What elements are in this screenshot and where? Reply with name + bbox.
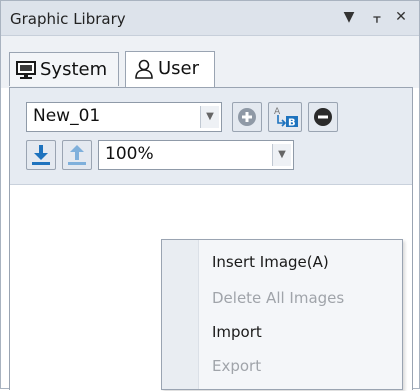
zoom-select[interactable]: 100% ▼	[98, 140, 294, 170]
rename-button[interactable]: A B	[268, 102, 302, 132]
user-icon	[134, 59, 154, 84]
library-select-value: New_01	[33, 106, 101, 126]
tab-strip: System User	[1, 36, 419, 88]
chevron-down-icon: ▼	[200, 106, 219, 128]
menu-item-import[interactable]: Import	[212, 323, 262, 341]
chevron-down-icon: ▼	[272, 144, 291, 166]
context-menu-gutter	[162, 240, 199, 389]
menu-item-export: Export	[212, 357, 262, 375]
tab-system-label: System	[40, 59, 108, 80]
tab-system[interactable]: System	[9, 52, 119, 86]
plus-circle-icon	[238, 108, 256, 126]
upload-button[interactable]	[62, 140, 92, 170]
menu-item-insert-image[interactable]: Insert Image(A)	[212, 253, 329, 271]
tab-user[interactable]: User	[125, 51, 215, 87]
upload-icon	[68, 145, 86, 165]
menu-item-delete-all-images: Delete All Images	[212, 289, 345, 307]
remove-button[interactable]	[308, 102, 338, 132]
close-button[interactable]: ✕	[393, 9, 409, 25]
minus-circle-icon	[314, 108, 332, 126]
add-button[interactable]	[232, 102, 262, 132]
graphic-library-panel: Graphic Library ▼ ᚁ ✕ System User New_01…	[0, 0, 420, 391]
svg-text:B: B	[288, 118, 296, 129]
download-icon	[32, 145, 50, 165]
monitor-icon	[16, 60, 36, 85]
rename-ab-icon: A B	[274, 107, 298, 129]
library-select[interactable]: New_01 ▼	[26, 102, 222, 132]
context-menu: Insert Image(A) Delete All Images Import…	[161, 239, 403, 390]
panel-titlebar: Graphic Library ▼ ᚁ ✕	[1, 1, 419, 36]
dropdown-menu-button[interactable]: ▼	[341, 9, 357, 25]
pin-button[interactable]: ᚁ	[369, 9, 385, 25]
panel-title: Graphic Library	[10, 10, 126, 28]
zoom-select-value: 100%	[105, 144, 154, 164]
download-button[interactable]	[26, 140, 56, 170]
tab-user-label: User	[158, 58, 200, 79]
library-toolbar: New_01 ▼ A B 100% ▼	[10, 88, 412, 185]
